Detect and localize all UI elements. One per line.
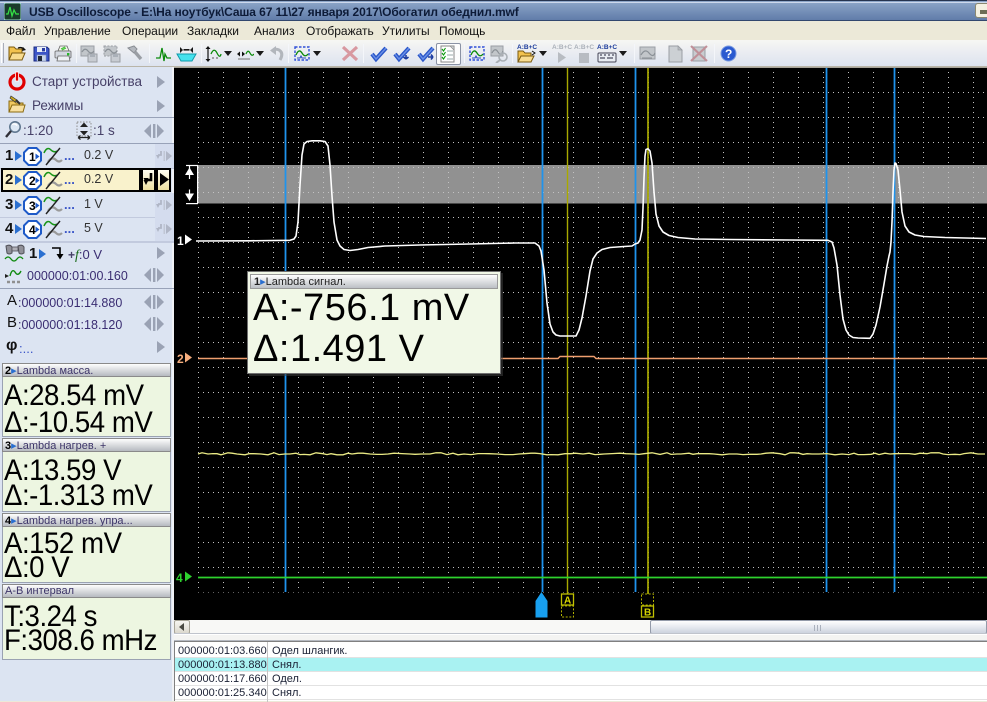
svg-text:4: 4 <box>29 223 36 237</box>
svg-text:A:B+C: A:B+C <box>574 44 594 51</box>
svg-text:3: 3 <box>29 199 36 213</box>
svg-text:1: 1 <box>29 150 36 164</box>
svg-text:A:B+C: A:B+C <box>517 44 537 51</box>
svg-text:A:B+C: A:B+C <box>552 44 572 51</box>
svg-text:A:B+C: A:B+C <box>597 44 617 51</box>
svg-text:2: 2 <box>177 352 184 366</box>
svg-text:B: B <box>644 608 651 619</box>
svg-text:?: ? <box>725 47 732 61</box>
svg-text:1: 1 <box>177 234 184 248</box>
svg-text:2: 2 <box>29 174 36 188</box>
svg-text:4: 4 <box>176 571 183 585</box>
svg-text:A: A <box>564 596 571 607</box>
